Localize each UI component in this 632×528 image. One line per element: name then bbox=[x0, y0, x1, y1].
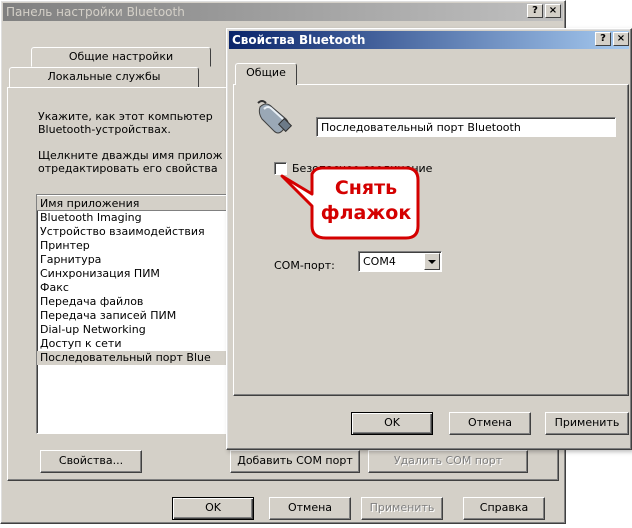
close-title-button[interactable]: × bbox=[545, 4, 561, 18]
list-item[interactable]: Последовательный порт Blue bbox=[37, 351, 235, 365]
list-item[interactable]: Синхронизация ПИМ bbox=[37, 267, 235, 281]
service-name-field[interactable]: Последовательный порт Bluetooth bbox=[316, 117, 616, 137]
list-item[interactable]: Устройство взаимодействия bbox=[37, 225, 235, 239]
cancel-button[interactable]: Отмена bbox=[269, 497, 351, 520]
help-title-button[interactable]: ? bbox=[527, 4, 543, 18]
annotation-line-2: флажок bbox=[320, 202, 412, 224]
list-item[interactable]: Передача файлов bbox=[37, 295, 235, 309]
list-item[interactable]: Bluetooth Imaging bbox=[37, 211, 235, 225]
annotation-text: Снять флажок bbox=[316, 176, 416, 226]
ok-button[interactable]: OK bbox=[172, 497, 254, 520]
list-item[interactable]: Передача записей ПИМ bbox=[37, 309, 235, 323]
chevron-down-icon[interactable] bbox=[424, 253, 440, 270]
instruction-line-2a: Щелкните дважды имя прилож bbox=[38, 149, 223, 162]
serial-port-icon bbox=[257, 100, 293, 134]
annotation-line-1: Снять bbox=[334, 177, 398, 199]
secure-connection-checkbox[interactable] bbox=[274, 162, 287, 175]
dialog-title: Свойства Bluetooth bbox=[232, 33, 366, 47]
tab-general-settings[interactable]: Общие настройки bbox=[31, 47, 211, 67]
help-button[interactable]: Справка bbox=[463, 497, 545, 520]
apply-button[interactable]: Применить bbox=[361, 497, 443, 520]
bluetooth-properties-titlebar[interactable]: Свойства Bluetooth bbox=[229, 31, 629, 49]
instruction-line-2b: отредактировать его свойства bbox=[38, 162, 218, 175]
dialog-cancel-button[interactable]: Отмена bbox=[449, 412, 531, 435]
service-name-value: Последовательный порт Bluetooth bbox=[321, 121, 521, 134]
add-com-port-button[interactable]: Добавить COM порт bbox=[230, 450, 360, 473]
bluetooth-properties-dialog: Свойства Bluetooth ? × Общие Последовате… bbox=[226, 28, 632, 450]
help-title-button[interactable]: ? bbox=[595, 32, 611, 46]
com-port-label: COM-порт: bbox=[274, 259, 335, 272]
dialog-ok-button[interactable]: OK bbox=[351, 412, 433, 435]
tab-local-services-label: Локальные службы bbox=[47, 70, 161, 83]
applications-list-items: Bluetooth Imaging Устройство взаимодейств… bbox=[37, 211, 235, 365]
instruction-line-1b: Bluetooth-устройствах. bbox=[38, 123, 171, 136]
secure-connection-label[interactable]: Безопасное соединение bbox=[292, 162, 432, 175]
general-panel: Последовательный порт Bluetooth Безопасн… bbox=[233, 84, 629, 396]
tab-local-services[interactable]: Локальные службы bbox=[9, 67, 199, 88]
list-item[interactable]: Dial-up Networking bbox=[37, 323, 235, 337]
list-item[interactable]: Факс bbox=[37, 281, 235, 295]
dialog-apply-button[interactable]: Применить bbox=[545, 412, 629, 435]
window-title: Панель настройки Bluetooth bbox=[6, 5, 185, 19]
bluetooth-settings-titlebar[interactable]: Панель настройки Bluetooth bbox=[3, 3, 563, 21]
applications-list[interactable]: Имя приложения Bluetooth Imaging Устройст… bbox=[36, 194, 236, 434]
com-port-value: COM4 bbox=[363, 255, 396, 268]
list-item[interactable]: Принтер bbox=[37, 239, 235, 253]
instruction-line-1a: Укажите, как этот компьютер bbox=[38, 110, 213, 123]
list-item[interactable]: Доступ к сети bbox=[37, 337, 235, 351]
properties-button[interactable]: Свойства... bbox=[40, 450, 142, 473]
tab-general-label: Общие bbox=[246, 66, 286, 79]
close-title-button[interactable]: × bbox=[613, 32, 629, 46]
com-port-select[interactable]: COM4 bbox=[358, 251, 442, 272]
list-item[interactable]: Гарнитура bbox=[37, 253, 235, 267]
list-header-app-name[interactable]: Имя приложения bbox=[37, 195, 235, 211]
delete-com-port-button[interactable]: Удалить COM порт bbox=[368, 450, 528, 473]
tab-general[interactable]: Общие bbox=[235, 63, 297, 85]
